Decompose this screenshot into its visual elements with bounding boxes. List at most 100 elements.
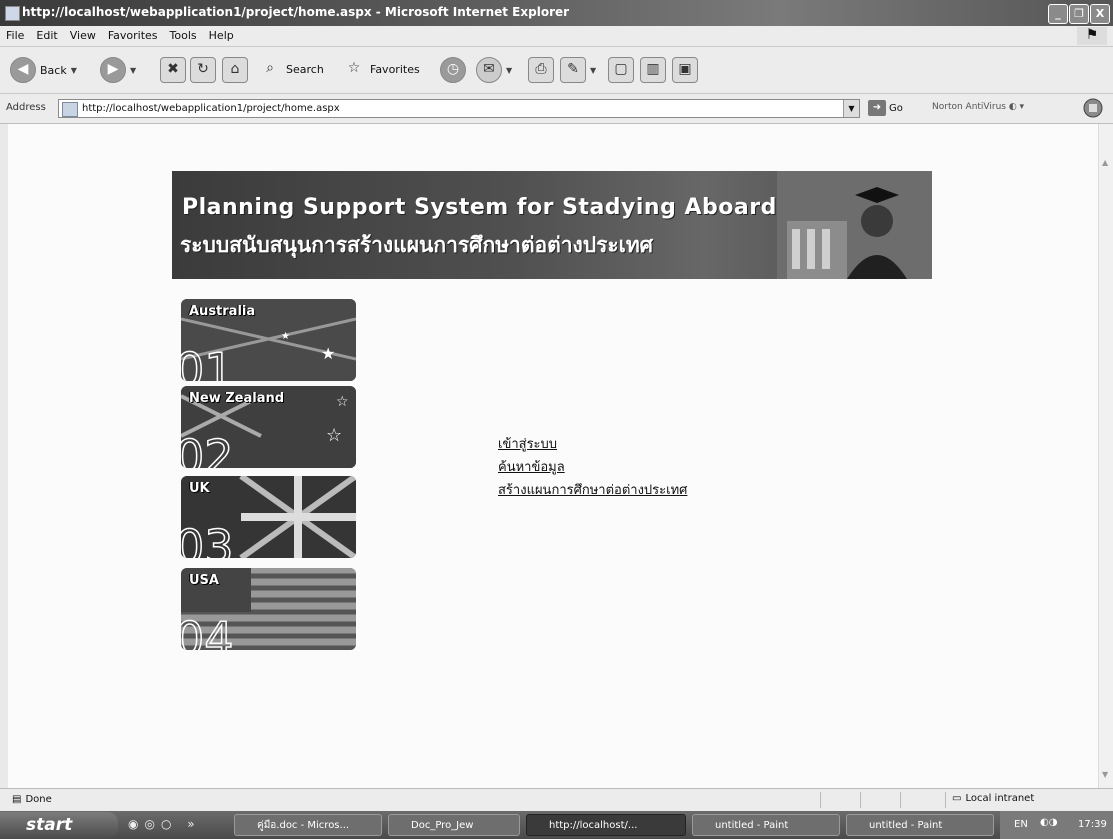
discuss-icon: ▢ (608, 57, 634, 83)
home-icon: ⌂ (222, 57, 248, 83)
forward-button[interactable]: ▶ ▼ (100, 57, 136, 83)
page-content: Planning Support System for Stadying Abo… (8, 124, 1098, 788)
banner-title-th: ระบบสนับสนุนการสร้างแผนการศึกษาต่อต่างปร… (180, 233, 654, 257)
country-name: Australia (189, 304, 256, 319)
country-name: New Zealand (189, 391, 285, 406)
chevron-down-icon[interactable]: ▼ (843, 100, 859, 117)
language-indicator[interactable]: EN (1014, 819, 1028, 830)
scroll-down-icon[interactable]: ▼ (1102, 770, 1108, 779)
restore-button[interactable]: ❐ (1069, 4, 1089, 24)
zone-text: Local intranet (965, 793, 1035, 804)
taskbar-item-paint-2[interactable]: untitled - Paint (846, 814, 994, 836)
status-done: ▤ Done (12, 794, 52, 805)
address-bar: Address http://localhost/webapplication1… (0, 94, 1113, 124)
edit-button[interactable]: ✎ ▼ (560, 57, 596, 83)
country-card-uk[interactable]: UK 03 (181, 476, 356, 558)
vertical-scrollbar[interactable]: ▲ ▼ (1098, 124, 1113, 788)
title-bar: http://localhost/webapplication1/project… (0, 0, 1113, 26)
norton-antivirus-button[interactable]: Norton AntiVirus ◐ ▾ (932, 102, 1024, 112)
discuss-button[interactable]: ▢ (608, 57, 634, 83)
menu-bar: File Edit View Favorites Tools Help ⚑ (0, 26, 1113, 47)
status-divider (945, 792, 946, 808)
quick-launch-icons[interactable]: ◉◎○ » (128, 817, 201, 831)
favorites-button[interactable]: ☆ Favorites (342, 57, 420, 81)
mail-icon: ✉ (476, 57, 502, 83)
menu-view[interactable]: View (64, 26, 102, 45)
scroll-up-icon[interactable]: ▲ (1102, 158, 1108, 167)
tray-icons[interactable]: ◐◑ (1040, 817, 1057, 828)
search-info-link[interactable]: ค้นหาข้อมูล (498, 456, 565, 477)
address-label: Address (6, 102, 46, 113)
stop-icon: ✖ (160, 57, 186, 83)
favorites-label: Favorites (370, 62, 420, 76)
print-button[interactable]: ⎙ (528, 57, 554, 83)
svg-text:★: ★ (281, 331, 290, 342)
login-link[interactable]: เข้าสู่ระบบ (498, 433, 557, 454)
menu-favorites[interactable]: Favorites (102, 26, 164, 45)
mail-button[interactable]: ✉ ▼ (476, 57, 512, 83)
research-button[interactable]: ▥ (640, 57, 666, 83)
banner-title-en: Planning Support System for Stadying Abo… (182, 195, 777, 220)
country-number: 04 (181, 612, 234, 650)
windows-flag-icon: ⚑ (1077, 27, 1107, 45)
home-button[interactable]: ⌂ (222, 57, 248, 83)
back-button[interactable]: ◀ Back ▼ (10, 57, 77, 83)
back-label: Back (40, 63, 67, 77)
country-number: 01 (181, 343, 234, 381)
ie-app-icon (5, 6, 20, 21)
forward-arrow-icon: ▶ (100, 57, 126, 83)
status-bar: ▤ Done ▭ Local intranet (0, 788, 1113, 812)
stop-button[interactable]: ✖ (160, 57, 186, 83)
chevron-down-icon: ▼ (70, 65, 77, 75)
search-icon: ⌕ (266, 60, 274, 76)
taskbar-item-folder[interactable]: Doc_Pro_Jew (388, 814, 520, 836)
country-number: 03 (181, 520, 234, 558)
clock: 17:39 (1078, 819, 1107, 830)
star-icon: ☆ (347, 60, 361, 76)
messenger-icon: ▣ (672, 57, 698, 83)
close-button[interactable]: X (1090, 4, 1110, 24)
country-card-usa[interactable]: USA 04 (181, 568, 356, 650)
security-zone: ▭ Local intranet (952, 793, 1034, 804)
minimize-button[interactable]: _ (1048, 4, 1068, 24)
svg-text:★: ★ (321, 344, 335, 363)
research-icon: ▥ (640, 57, 666, 83)
messenger-button[interactable]: ▣ (672, 57, 698, 83)
edit-icon: ✎ (560, 57, 586, 83)
search-button[interactable]: ⌕ Search (258, 57, 324, 81)
go-button[interactable]: ➜ Go (868, 100, 903, 116)
system-tray: EN ◐◑ 17:39 (1000, 811, 1113, 839)
start-button[interactable]: start (0, 812, 118, 838)
menu-edit[interactable]: Edit (30, 26, 63, 45)
svg-text:☆: ☆ (336, 394, 349, 410)
chevron-down-icon: ▼ (506, 65, 513, 75)
refresh-icon: ↻ (190, 57, 216, 83)
country-name: USA (189, 573, 219, 588)
refresh-button[interactable]: ↻ (190, 57, 216, 83)
menu-file[interactable]: File (0, 26, 30, 45)
address-url: http://localhost/webapplication1/project… (82, 103, 340, 114)
chevron-down-icon: ▼ (590, 65, 597, 75)
country-name: UK (189, 481, 210, 496)
search-label: Search (286, 62, 324, 76)
taskbar: start ◉◎○ » คู่มือ.doc - Micros... Doc_P… (0, 811, 1113, 839)
taskbar-item-paint-1[interactable]: untitled - Paint (692, 814, 840, 836)
create-plan-link[interactable]: สร้างแผนการศึกษาต่อต่างประเทศ (498, 479, 687, 500)
svg-text:☆: ☆ (326, 425, 342, 446)
status-text: Done (25, 794, 52, 805)
chevron-down-icon: ▼ (130, 65, 137, 75)
history-button[interactable]: ◷ (440, 57, 466, 83)
country-card-australia[interactable]: ★ ★ Australia 01 (181, 299, 356, 381)
window-title: http://localhost/webapplication1/project… (22, 5, 570, 19)
menu-tools[interactable]: Tools (164, 26, 203, 45)
menu-help[interactable]: Help (203, 26, 240, 45)
status-divider (900, 792, 901, 808)
taskbar-item-word[interactable]: คู่มือ.doc - Micros... (234, 814, 382, 836)
site-banner: Planning Support System for Stadying Abo… (172, 171, 932, 279)
country-card-new-zealand[interactable]: ☆ ☆ New Zealand 02 (181, 386, 356, 468)
go-arrow-icon: ➜ (868, 100, 886, 116)
status-divider (820, 792, 821, 808)
toolbar-extension-icon[interactable] (1082, 97, 1104, 119)
address-input[interactable]: http://localhost/webapplication1/project… (58, 99, 860, 118)
taskbar-item-ie[interactable]: http://localhost/... (526, 814, 686, 836)
